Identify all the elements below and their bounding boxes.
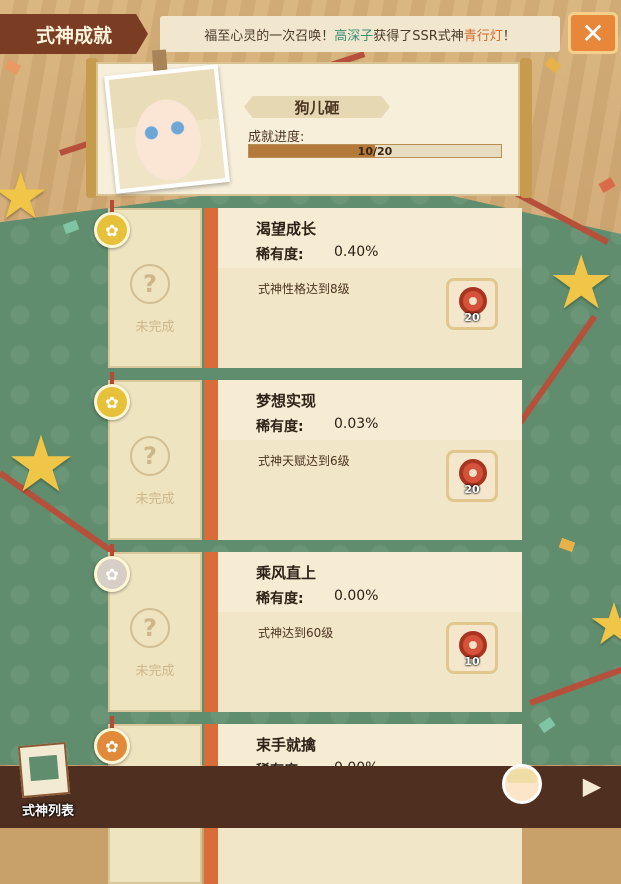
achievement-title: 乘风直上 bbox=[256, 564, 317, 582]
achievement-status: 未完成 bbox=[135, 664, 175, 679]
achievement-card[interactable]: ? 未完成 梦想实现 稀有度: 0.03% 式神天赋达到6级 20 ✿ bbox=[94, 372, 522, 540]
card-stripe bbox=[204, 380, 218, 540]
shikigami-avatar-button[interactable] bbox=[502, 764, 542, 804]
reward-count: 10 bbox=[464, 655, 480, 668]
rarity-label: 稀有度: bbox=[256, 591, 304, 607]
reward-count: 20 bbox=[464, 311, 480, 324]
rarity-value: 0.00% bbox=[334, 588, 379, 604]
reward-count: 20 bbox=[464, 483, 480, 496]
ticker-player-name: 高深子 bbox=[334, 28, 374, 44]
page-title: 式神成就 bbox=[0, 14, 148, 54]
reward-item[interactable]: 20 bbox=[446, 450, 498, 502]
ticker-middle: 获得了SSR式神 bbox=[373, 28, 464, 44]
gold-medal-icon: ✿ bbox=[94, 384, 130, 420]
shikigami-name: 狗儿砸 bbox=[244, 96, 390, 118]
achievement-card[interactable]: ? 未完成 渴望成长 稀有度: 0.40% 式神性格达到8级 20 ✿ bbox=[94, 200, 522, 368]
star-decoration-icon: ★ bbox=[0, 160, 50, 234]
achievement-description: 式神性格达到8级 bbox=[258, 282, 350, 296]
rarity-value: 0.03% bbox=[334, 416, 379, 432]
achievement-status: 未完成 bbox=[135, 492, 175, 507]
achievement-description: 式神达到60级 bbox=[258, 626, 334, 640]
shikigami-list-button-label[interactable]: 式神列表 bbox=[8, 800, 88, 819]
play-arrow-icon[interactable]: ▶ bbox=[578, 772, 606, 800]
achievement-card[interactable]: ? 未完成 乘风直上 稀有度: 0.00% 式神达到60级 10 ✿ bbox=[94, 544, 522, 712]
close-button[interactable]: ✕ bbox=[568, 12, 618, 54]
star-decoration-icon: ★ bbox=[588, 590, 621, 658]
achievement-title: 渴望成长 bbox=[256, 220, 317, 238]
bronze-medal-icon: ✿ bbox=[94, 728, 130, 764]
achievement-description: 式神天赋达到6级 bbox=[258, 454, 350, 468]
question-mark-icon: ? bbox=[130, 264, 170, 304]
achievement-status: 未完成 bbox=[135, 320, 175, 335]
announcement-ticker: 福至心灵的一次召唤！ 高深子 获得了SSR式神 青行灯！ bbox=[160, 16, 560, 52]
close-icon: ✕ bbox=[581, 16, 605, 50]
progress-text: 10/20 bbox=[357, 144, 393, 158]
rarity-label: 稀有度: bbox=[256, 247, 304, 263]
gold-medal-icon: ✿ bbox=[94, 212, 130, 248]
card-stripe bbox=[204, 552, 218, 712]
reward-item[interactable]: 10 bbox=[446, 622, 498, 674]
ticker-shikigami-name: 青行灯 bbox=[463, 28, 503, 44]
scroll-rod-right bbox=[520, 58, 532, 198]
ticker-prefix: 福至心灵的一次召唤！ bbox=[204, 28, 335, 44]
progress-label: 成就进度: bbox=[248, 130, 305, 145]
shikigami-list-icon[interactable] bbox=[17, 742, 71, 798]
silver-medal-icon: ✿ bbox=[94, 556, 130, 592]
reward-item[interactable]: 20 bbox=[446, 278, 498, 330]
achievement-title: 梦想实现 bbox=[256, 392, 317, 410]
ticker-suffix: ！ bbox=[502, 28, 516, 44]
question-mark-icon: ? bbox=[130, 608, 170, 648]
achievement-title: 束手就擒 bbox=[256, 736, 317, 754]
rarity-label: 稀有度: bbox=[256, 419, 304, 435]
star-decoration-icon: ★ bbox=[6, 420, 76, 510]
shikigami-portrait bbox=[104, 64, 230, 194]
question-mark-icon: ? bbox=[130, 436, 170, 476]
rarity-value: 0.40% bbox=[334, 244, 379, 260]
star-decoration-icon: ★ bbox=[548, 240, 615, 326]
card-stripe bbox=[204, 208, 218, 368]
